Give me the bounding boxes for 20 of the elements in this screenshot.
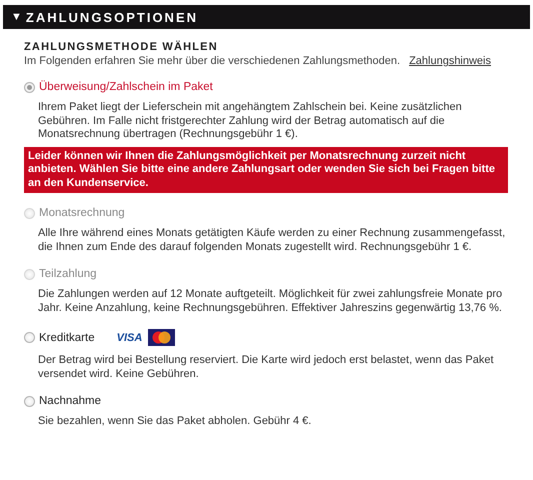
option-label[interactable]: Nachnahme: [39, 395, 102, 407]
section-title: ZAHLUNGSOPTIONEN: [26, 10, 198, 24]
option-label[interactable]: Überweisung/Zahlschein im Paket: [39, 81, 213, 93]
intro-text: Im Folgenden erfahren Sie mehr über die verschiedenen Zahlungsmethoden.: [24, 55, 400, 67]
option-description: Der Betrag wird bei Bestellung reserviert. Die Karte wird jedoch erst belastet, wenn das Paket versendet wird. Keine Gebühren.: [38, 354, 494, 381]
collapse-toggle[interactable]: ▼: [11, 11, 22, 23]
mastercard-logo-icon: [148, 329, 176, 346]
radio-button[interactable]: [24, 82, 35, 92]
error-alert: Leider können wir Ihnen die Zahlungsmöglichkeit per Monatsrechnung zurzeit nicht anbieten. Wählen Sie bitte eine andere Zahlungsart oder wenden Sie sich bei Fragen bitte an den Kundenservice.: [24, 146, 508, 193]
visa-logo: VISA: [116, 332, 142, 344]
option-description: Alle Ihre während eines Monats getätigten Käufe werden zu einer Rechnung zusammengefasst, die Ihnen zum Ende des darauf folgenden Monats zugestellt wird. Rechnungsgebühr 1 €.: [38, 227, 506, 254]
radio-button[interactable]: [24, 332, 35, 343]
option-description: Sie bezahlen, wenn Sie das Paket abholen. Gebühr 4 €.: [38, 415, 312, 428]
payment-note-link[interactable]: Zahlungshinweis: [409, 55, 491, 67]
option-label[interactable]: Kreditkarte: [39, 332, 95, 344]
option-description: Die Zahlungen werden auf 12 Monate auftgeteilt. Möglichkeit für zwei zahlungsfreie Monate pro Jahr. Keine Anzahlung, keine Rechnungsgebühren. Effektiver Jahreszins gegenwärtig 13,76 %.: [38, 288, 504, 315]
option-description: Ihrem Paket liegt der Lieferschein mit angehängtem Zahlschein bei. Keine zusätzlichen Gebühren. Im Falle nicht fristgerechter Zahlung wird der Betrag automatisch auf die Monatsrechnung übertragen (Rechnungsgebühr 1 €).: [38, 101, 463, 142]
radio-button[interactable]: [24, 396, 35, 406]
heading: ZAHLUNGSMETHODE WÄHLEN: [24, 41, 219, 53]
section-header[interactable]: ▼ ZAHLUNGSOPTIONEN: [3, 5, 530, 29]
